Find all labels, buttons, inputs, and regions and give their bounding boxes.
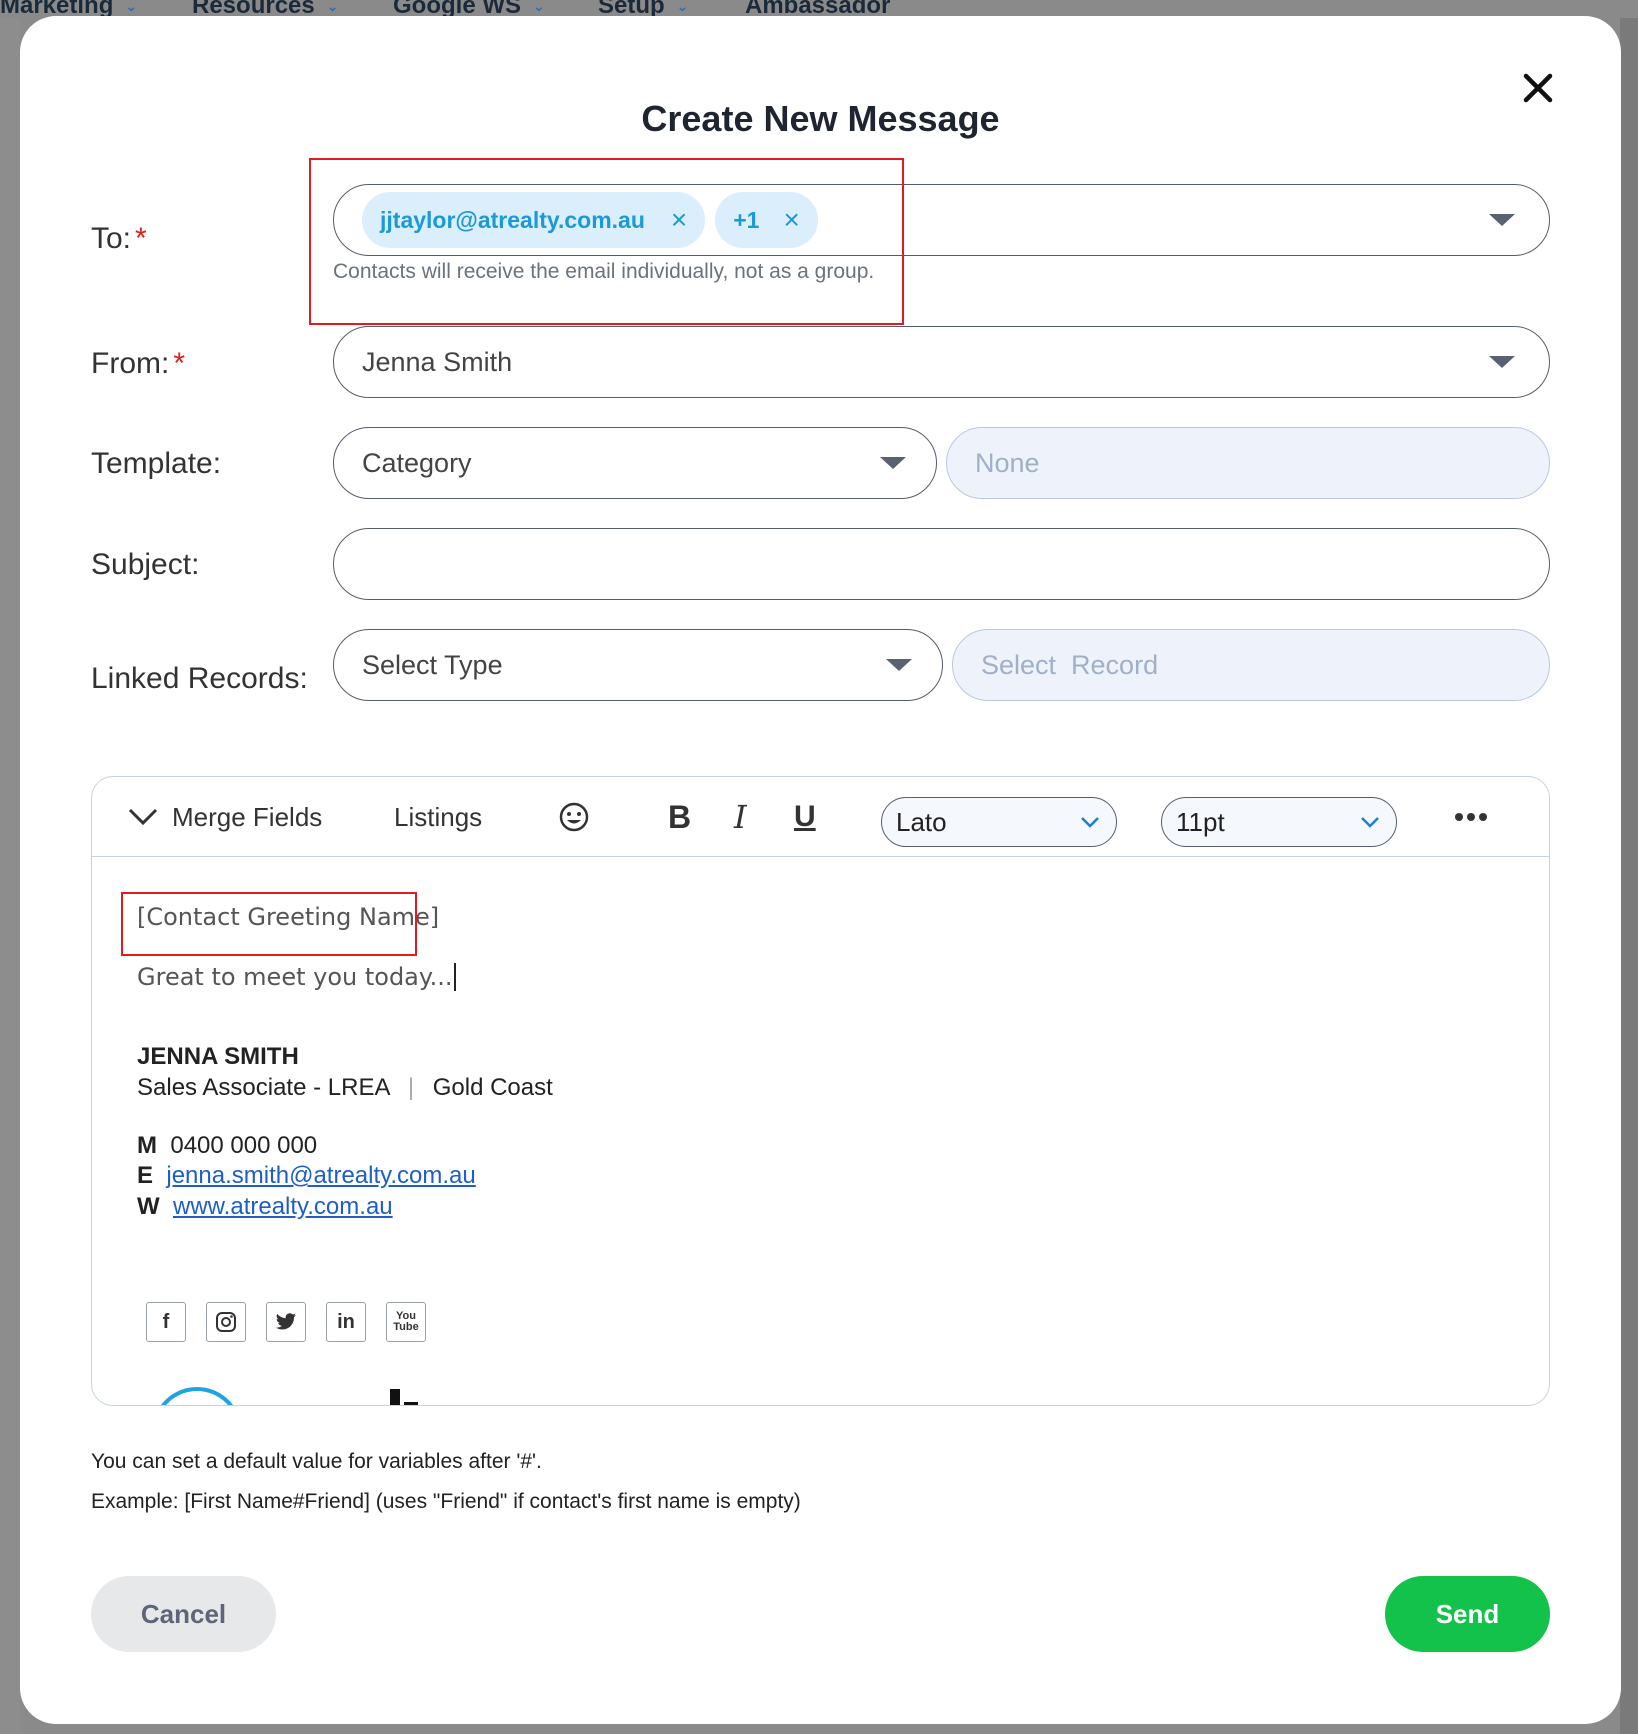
create-message-modal: Create New Message To: * jjtaylor@atrealt…	[20, 16, 1621, 1724]
listings-button[interactable]: Listings	[394, 777, 482, 857]
highlight-box	[309, 158, 904, 325]
from-value: Jenna Smith	[362, 346, 513, 377]
signature-mobile: M 0400 000 000	[137, 1132, 318, 1159]
background-overlay-right	[1620, 18, 1638, 1734]
font-size-select[interactable]: 11pt	[1161, 797, 1397, 847]
linkedin-icon[interactable]: in	[326, 1302, 366, 1342]
variables-example: Example: [First Name#Friend] (uses "Frie…	[91, 1490, 801, 1513]
background-overlay-left	[0, 18, 20, 1734]
send-button[interactable]: Send	[1385, 1576, 1550, 1652]
logo-circle	[152, 1387, 242, 1405]
from-label: From: *	[91, 347, 186, 380]
more-options-icon[interactable]	[1454, 777, 1488, 857]
variables-info: You can set a default value for variable…	[91, 1450, 542, 1473]
record-placeholder: Select Record	[981, 649, 1159, 680]
category-placeholder: Category	[362, 447, 472, 478]
linked-record-select[interactable]: Select Record	[952, 629, 1550, 701]
signature-email-link[interactable]: jenna.smith@atrealty.com.au	[166, 1162, 475, 1189]
editor-toolbar: Merge Fields Listings B I U Lato 11pt	[92, 777, 1549, 857]
instagram-icon[interactable]	[206, 1302, 246, 1342]
chevron-down-icon	[128, 808, 158, 826]
signature-website-link[interactable]: www.atrealty.com.au	[173, 1193, 393, 1220]
logo-mark	[404, 1402, 418, 1405]
bold-button[interactable]: B	[668, 777, 691, 857]
chevron-down-icon[interactable]	[880, 457, 906, 469]
close-icon[interactable]	[1518, 68, 1558, 108]
signature-name: JENNA SMITH	[137, 1043, 299, 1070]
linked-type-select[interactable]: Select Type	[333, 629, 943, 701]
chevron-down-icon[interactable]	[1489, 214, 1515, 226]
subject-input[interactable]	[333, 528, 1550, 600]
signature-website: W www.atrealty.com.au	[137, 1193, 393, 1220]
message-line: Great to meet you today...	[137, 963, 456, 991]
emoji-icon[interactable]	[558, 777, 590, 857]
merge-fields-label: Merge Fields	[172, 801, 323, 832]
linked-records-label: Linked Records:	[91, 662, 308, 695]
to-label: To: *	[91, 222, 147, 255]
facebook-icon[interactable]: f	[146, 1302, 186, 1342]
italic-button[interactable]: I	[734, 777, 747, 857]
size-value: 11pt	[1176, 806, 1225, 837]
font-value: Lato	[896, 806, 947, 837]
cancel-button[interactable]: Cancel	[91, 1576, 276, 1652]
from-select[interactable]: Jenna Smith	[333, 326, 1550, 398]
required-mark: *	[173, 347, 186, 380]
message-editor: Merge Fields Listings B I U Lato 11pt [C…	[91, 776, 1550, 1406]
underline-button[interactable]: U	[794, 777, 816, 857]
modal-title: Create New Message	[641, 98, 1000, 139]
chevron-down-icon[interactable]	[886, 659, 912, 671]
type-placeholder: Select Type	[362, 649, 503, 680]
chevron-down-icon	[1361, 817, 1379, 828]
template-category-select[interactable]: Category	[333, 427, 937, 499]
required-mark: *	[135, 222, 147, 255]
social-icons: f in You Tube	[146, 1302, 426, 1342]
template-label: Template:	[91, 447, 222, 480]
youtube-icon[interactable]: You Tube	[386, 1302, 426, 1342]
highlight-box	[121, 892, 417, 956]
signature-role: Sales Associate - LREA | Gold Coast	[137, 1074, 553, 1101]
template-select[interactable]: None	[946, 427, 1550, 499]
signature-email: E jenna.smith@atrealty.com.au	[137, 1162, 476, 1189]
font-family-select[interactable]: Lato	[881, 797, 1117, 847]
template-value: None	[975, 447, 1040, 478]
editor-body[interactable]: [Contact Greeting Name] Great to meet yo…	[92, 857, 1549, 1405]
logo-mark	[390, 1389, 400, 1405]
twitter-icon[interactable]	[266, 1302, 306, 1342]
merge-fields-button[interactable]: Merge Fields	[128, 777, 322, 857]
chevron-down-icon	[1081, 817, 1099, 828]
subject-label: Subject:	[91, 548, 200, 581]
chevron-down-icon[interactable]	[1489, 356, 1515, 368]
